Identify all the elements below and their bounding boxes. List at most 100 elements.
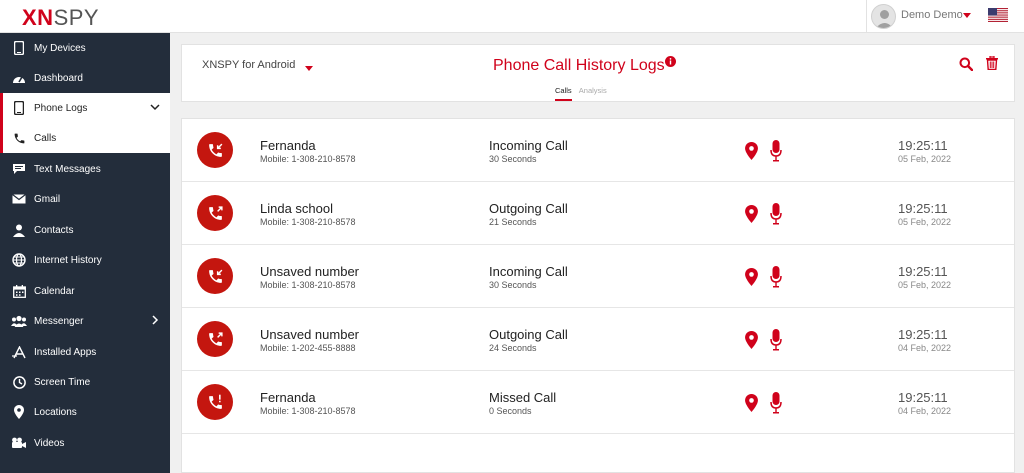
microphone-icon[interactable] [770, 392, 782, 414]
users-icon [11, 313, 27, 329]
call-duration: 24 Seconds [489, 343, 537, 353]
logo-spy: SPY [53, 5, 100, 30]
sidebar-item-label: Installed Apps [34, 346, 97, 358]
call-type: Incoming Call [489, 138, 568, 153]
location-pin-icon[interactable] [745, 331, 758, 349]
page-title: Phone Call History Logs [493, 57, 665, 74]
call-date: 04 Feb, 2022 [898, 406, 952, 416]
sidebar-item-label: Calls [34, 132, 57, 144]
sidebar-item-dashboard[interactable]: Dashboard [0, 63, 170, 93]
microphone-icon[interactable] [770, 329, 782, 351]
contact-name: Unsaved number [260, 264, 359, 279]
calls-list: Fernanda Mobile: 1-308-210-8578 Incoming… [181, 118, 1015, 473]
contact-number: Mobile: 1-308-210-8578 [260, 217, 356, 227]
user-caret-icon [963, 13, 971, 18]
call-date: 05 Feb, 2022 [898, 154, 952, 164]
outgoing-call-icon [197, 321, 233, 357]
sidebar-item-calls[interactable]: Calls [0, 123, 170, 153]
location-pin-icon[interactable] [745, 142, 758, 160]
username: Demo Demo [901, 9, 963, 21]
sidebar-item-label: Text Messages [34, 163, 101, 175]
clock-icon [11, 374, 27, 390]
incoming-call-icon [197, 132, 233, 168]
call-row[interactable]: Linda school Mobile: 1-308-210-8578 Outg… [182, 182, 1014, 245]
sidebar-item-contacts[interactable]: Contacts [0, 215, 170, 245]
contact-number: Mobile: 1-308-210-8578 [260, 154, 356, 164]
sidebar-item-gmail[interactable]: Gmail [0, 184, 170, 214]
logo-xn: XN [22, 5, 54, 30]
contact-name: Linda school [260, 201, 333, 216]
microphone-icon[interactable] [770, 140, 782, 162]
call-duration: 0 Seconds [489, 406, 532, 416]
call-type: Outgoing Call [489, 201, 568, 216]
sidebar-item-calendar[interactable]: Calendar [0, 276, 170, 306]
sidebar-item-label: Contacts [34, 224, 74, 236]
chevron-right-icon [152, 315, 159, 325]
tab-analysis[interactable]: Analysis [579, 86, 607, 99]
call-time: 19:25:11 [898, 264, 948, 279]
info-icon[interactable] [665, 56, 676, 67]
call-time: 19:25:11 [898, 390, 948, 405]
chevron-down-icon[interactable] [305, 66, 313, 71]
tab-calls[interactable]: Calls [555, 86, 572, 101]
call-row[interactable]: Unsaved number Mobile: 1-308-210-8578 In… [182, 245, 1014, 308]
pin-icon [11, 404, 27, 420]
tab-bar: Calls Analysis [555, 86, 612, 101]
phone-icon [11, 100, 27, 116]
call-row[interactable]: Unsaved number Mobile: 1-202-455-8888 Ou… [182, 308, 1014, 371]
call-duration: 30 Seconds [489, 280, 537, 290]
call-time: 19:25:11 [898, 327, 948, 342]
call-time: 19:25:11 [898, 138, 948, 153]
sidebar-item-videos[interactable]: Videos [0, 428, 170, 458]
sidebar-item-installed-apps[interactable]: Installed Apps [0, 337, 170, 367]
missed-call-icon [197, 384, 233, 420]
sidebar-item-screen-time[interactable]: Screen Time [0, 367, 170, 397]
mail-icon [11, 191, 27, 207]
sidebar-item-label: Gmail [34, 193, 61, 205]
sidebar-item-label: Dashboard [34, 72, 83, 84]
top-bar: XNSPY Demo Demo [0, 0, 1024, 33]
sidebar-item-text-messages[interactable]: Text Messages [0, 154, 170, 184]
location-pin-icon[interactable] [745, 268, 758, 286]
call-time: 19:25:11 [898, 201, 948, 216]
sidebar-item-internet-history[interactable]: Internet History [0, 245, 170, 275]
avatar [871, 4, 896, 29]
device-selector[interactable]: XNSPY for Android [202, 59, 295, 71]
microphone-icon[interactable] [770, 203, 782, 225]
call-row[interactable]: Fernanda Mobile: 1-308-210-8578 Incoming… [182, 119, 1014, 182]
us-flag-icon[interactable] [988, 8, 1008, 22]
incoming-call-icon [197, 258, 233, 294]
location-pin-icon[interactable] [745, 394, 758, 412]
sidebar-item-label: Videos [34, 437, 65, 449]
sidebar-item-my-devices[interactable]: My Devices [0, 33, 170, 63]
call-row[interactable]: Fernanda Mobile: 1-308-210-8578 Missed C… [182, 371, 1014, 434]
sidebar-item-messenger[interactable]: Messenger [0, 306, 170, 336]
call-type: Outgoing Call [489, 327, 568, 342]
search-icon[interactable] [959, 57, 973, 71]
dashboard-icon [11, 70, 27, 86]
user-menu[interactable]: Demo Demo [866, 0, 1024, 33]
sidebar: My Devices Dashboard Phone Logs Calls Te… [0, 33, 170, 473]
contact-icon [11, 222, 27, 238]
call-date: 05 Feb, 2022 [898, 280, 952, 290]
sidebar-item-label: Screen Time [34, 376, 91, 388]
trash-icon[interactable] [986, 56, 998, 70]
chevron-down-icon [150, 104, 160, 111]
message-icon [11, 161, 27, 177]
device-icon [11, 40, 27, 56]
sidebar-item-label: Internet History [34, 254, 102, 266]
microphone-icon[interactable] [770, 266, 782, 288]
contact-name: Fernanda [260, 390, 316, 405]
contact-number: Mobile: 1-308-210-8578 [260, 280, 356, 290]
sidebar-item-phone-logs[interactable]: Phone Logs [0, 93, 170, 123]
sidebar-item-label: Locations [34, 406, 77, 418]
contact-name: Fernanda [260, 138, 316, 153]
sidebar-item-locations[interactable]: Locations [0, 397, 170, 427]
location-pin-icon[interactable] [745, 205, 758, 223]
xnspy-logo[interactable]: XNSPY [22, 5, 99, 31]
video-icon [11, 435, 27, 451]
apps-icon [11, 344, 27, 360]
call-duration: 21 Seconds [489, 217, 537, 227]
sidebar-item-label: Phone Logs [34, 102, 88, 114]
call-date: 04 Feb, 2022 [898, 343, 952, 353]
